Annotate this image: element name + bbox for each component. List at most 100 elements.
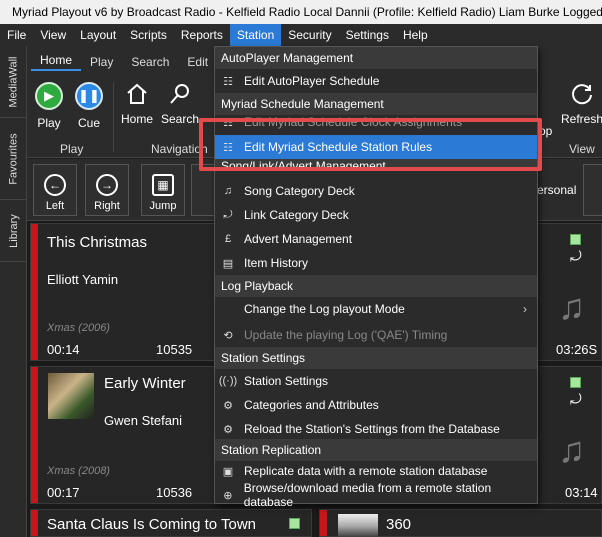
menu-item-update-log-timing[interactable]: ⟲ Update the playing Log ('QAE') Timing bbox=[215, 323, 537, 347]
menu-item-label: Replicate data with a remote station dat… bbox=[244, 464, 488, 478]
menu-layout[interactable]: Layout bbox=[73, 24, 123, 46]
download-icon: ⊕ bbox=[223, 489, 233, 502]
section-log-playback: Log Playback bbox=[215, 275, 537, 297]
menu-item-replicate-data[interactable]: ▣ Replicate data with a remote station d… bbox=[215, 459, 537, 483]
menu-scripts[interactable]: Scripts bbox=[123, 24, 174, 46]
refresh-button[interactable]: Refresh bbox=[561, 82, 602, 126]
menu-station[interactable]: Station bbox=[229, 24, 282, 46]
highlight-annotation-box bbox=[199, 118, 542, 171]
tab-play[interactable]: Play bbox=[81, 55, 122, 69]
ribbon-separator bbox=[113, 82, 114, 152]
menu-view[interactable]: View bbox=[33, 24, 73, 46]
gear-icon: ⚙ bbox=[223, 423, 233, 436]
tab-edit[interactable]: Edit bbox=[178, 55, 217, 69]
refresh-label: Refresh bbox=[561, 112, 602, 126]
section-schedule: Myriad Schedule Management bbox=[215, 93, 537, 115]
section-autoplayer: AutoPlayer Management bbox=[215, 47, 537, 69]
status-badge bbox=[570, 234, 581, 245]
cue-label: Cue bbox=[77, 116, 100, 130]
menu-item-label: Update the playing Log ('QAE') Timing bbox=[244, 328, 448, 342]
left-button[interactable]: ← Left bbox=[33, 164, 77, 216]
card-number: 10536 bbox=[156, 485, 193, 500]
broadcast-icon: ((·)) bbox=[218, 375, 238, 387]
menu-item-label: Categories and Attributes bbox=[244, 398, 379, 412]
menu-item-item-history[interactable]: ▤ Item History bbox=[215, 251, 537, 275]
menu-item-label: Change the Log playout Mode bbox=[244, 302, 405, 316]
album-art bbox=[338, 514, 378, 537]
menu-item-categories-attributes[interactable]: ⚙ Categories and Attributes bbox=[215, 393, 537, 417]
menu-item-browse-media[interactable]: ⊕ Browse/download media from a remote st… bbox=[215, 481, 537, 509]
menu-item-label: Reload the Station's Settings from the D… bbox=[244, 422, 500, 436]
menu-item-label: Song Category Deck bbox=[244, 184, 355, 198]
arrow-left-icon: ← bbox=[44, 174, 66, 196]
right-button[interactable]: → Right bbox=[85, 164, 129, 216]
card-title: Santa Claus Is Coming to Town bbox=[47, 516, 256, 533]
menu-settings[interactable]: Settings bbox=[339, 24, 396, 46]
menu-item-song-category-deck[interactable]: ♫ Song Category Deck bbox=[215, 179, 537, 203]
menu-help[interactable]: Help bbox=[396, 24, 435, 46]
card-time: 00:17 bbox=[47, 485, 80, 500]
search-icon bbox=[170, 84, 190, 104]
search-button[interactable]: Search bbox=[161, 82, 199, 126]
side-tab-mediawall[interactable]: MediaWall bbox=[0, 46, 27, 118]
menu-item-change-log-mode[interactable]: Change the Log playout Mode › bbox=[215, 297, 537, 321]
tab-home[interactable]: Home bbox=[31, 53, 82, 71]
card-status-bar bbox=[320, 510, 327, 536]
card-meta: Xmas (2008) bbox=[47, 465, 110, 477]
menu-item-label: Advert Management bbox=[244, 232, 353, 246]
cue-button[interactable]: ❚❚ Cue bbox=[75, 82, 103, 130]
link-icon: ⤾ bbox=[570, 391, 582, 407]
tab-search[interactable]: Search bbox=[122, 55, 178, 69]
side-tab-favourites[interactable]: Favourites bbox=[0, 118, 27, 200]
left-label: Left bbox=[45, 200, 65, 212]
menu-item-link-category-deck[interactable]: ⤾ Link Category Deck bbox=[215, 203, 537, 227]
menu-item-label: Link Category Deck bbox=[244, 208, 349, 222]
partial-edit-button[interactable] bbox=[583, 164, 602, 216]
menu-item-advert-management[interactable]: £ Advert Management bbox=[215, 227, 537, 251]
group-view-label: View bbox=[569, 142, 595, 156]
side-tab-label: MediaWall bbox=[7, 56, 20, 107]
album-art bbox=[48, 373, 94, 419]
pause-icon: ❚❚ bbox=[75, 82, 103, 110]
station-menu-dropdown: AutoPlayer Management ☷ Edit AutoPlayer … bbox=[214, 46, 538, 509]
card-status-bar bbox=[31, 510, 38, 536]
search-label: Search bbox=[161, 112, 200, 126]
menu-item-station-settings[interactable]: ((·)) Station Settings bbox=[215, 369, 537, 393]
card-number: 10535 bbox=[156, 342, 193, 357]
music-note-icon: ♫ bbox=[558, 286, 585, 327]
jump-button[interactable]: ▦ Jump bbox=[141, 164, 185, 216]
history-icon: ▤ bbox=[222, 257, 234, 270]
menu-item-label: Station Settings bbox=[244, 374, 329, 388]
chevron-right-icon: › bbox=[523, 302, 527, 316]
menu-file[interactable]: File bbox=[0, 24, 33, 46]
menu-item-label: Item History bbox=[244, 256, 309, 270]
music-note-icon: ♫ bbox=[558, 429, 585, 470]
card-status-bar bbox=[31, 367, 38, 503]
blank-icon bbox=[221, 302, 235, 316]
app-window: Myriad Playout v6 by Broadcast Radio - K… bbox=[0, 0, 602, 537]
menu-item-edit-autoplayer-schedule[interactable]: ☷ Edit AutoPlayer Schedule bbox=[215, 69, 537, 93]
menu-item-reload-settings[interactable]: ⚙ Reload the Station's Settings from the… bbox=[215, 417, 537, 441]
status-badge bbox=[289, 518, 300, 529]
card-title: Early Winter bbox=[104, 375, 186, 392]
menu-security[interactable]: Security bbox=[281, 24, 338, 46]
menu-reports[interactable]: Reports bbox=[174, 24, 230, 46]
log-item-card-right[interactable]: 360 bbox=[319, 509, 602, 537]
partial-button[interactable] bbox=[191, 164, 215, 216]
side-tab-library[interactable]: Library bbox=[0, 200, 27, 262]
group-play-label: Play bbox=[60, 142, 84, 156]
menu-item-label: Edit AutoPlayer Schedule bbox=[244, 74, 380, 88]
jump-label: Jump bbox=[149, 200, 177, 212]
section-station-settings: Station Settings bbox=[215, 347, 537, 369]
refresh-icon: ⟲ bbox=[223, 329, 233, 342]
home-button[interactable]: Home bbox=[121, 82, 153, 126]
play-icon: ▶ bbox=[35, 82, 63, 110]
pound-icon: £ bbox=[224, 233, 232, 245]
right-label: Right bbox=[94, 200, 120, 212]
calculator-icon: ▦ bbox=[152, 174, 174, 196]
side-tab-strip: MediaWall Favourites Library bbox=[0, 46, 27, 537]
play-button[interactable]: ▶ Play bbox=[35, 82, 63, 130]
title-bar: Myriad Playout v6 by Broadcast Radio - K… bbox=[0, 0, 602, 24]
log-item-card[interactable]: Santa Claus Is Coming to Town bbox=[30, 509, 312, 537]
card-number-right: 360 bbox=[386, 516, 412, 533]
